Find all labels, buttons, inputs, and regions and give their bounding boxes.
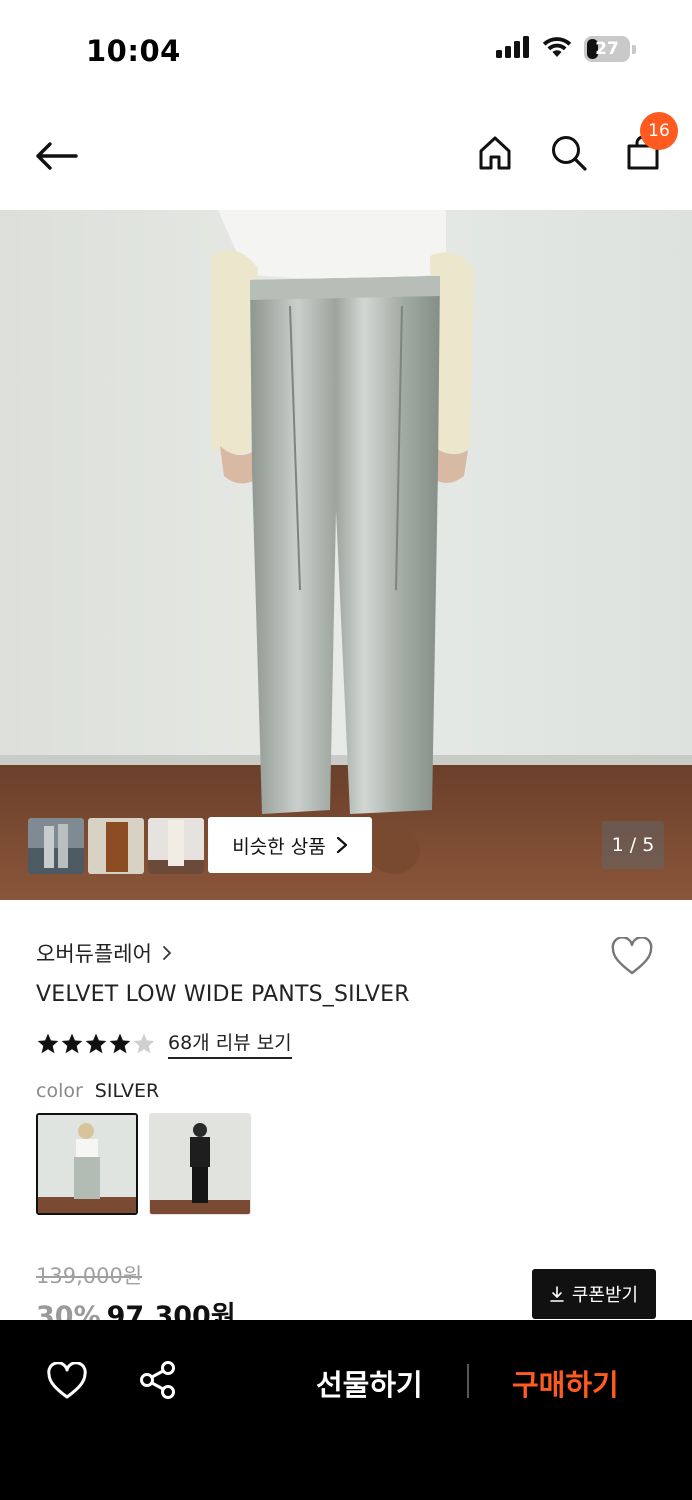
chevron-right-icon bbox=[336, 836, 347, 854]
buy-button[interactable]: 구매하기 bbox=[512, 1362, 619, 1404]
swatch-image bbox=[150, 1114, 250, 1214]
heart-icon bbox=[611, 936, 653, 975]
product-image-carousel[interactable]: 비슷한 상품 1 / 5 bbox=[0, 210, 692, 900]
color-option-row: color SILVER bbox=[36, 1080, 159, 1102]
image-page-indicator: 1 / 5 bbox=[602, 821, 664, 869]
wishlist-button[interactable] bbox=[610, 936, 654, 977]
status-time: 10:04 bbox=[86, 34, 181, 68]
product-photo bbox=[0, 210, 692, 900]
thumbnail-image bbox=[28, 818, 84, 874]
action-divider bbox=[467, 1364, 469, 1398]
brand-link[interactable]: 오버듀플레어 bbox=[36, 938, 172, 968]
home-icon bbox=[479, 136, 511, 170]
star-rating-icon bbox=[37, 1033, 155, 1053]
brand-name: 오버듀플레어 bbox=[36, 942, 152, 966]
chevron-right-icon bbox=[163, 946, 171, 960]
option-value: SILVER bbox=[94, 1080, 160, 1102]
rating-row: 68개 리뷰 보기 bbox=[36, 1028, 292, 1059]
battery-icon: 27 bbox=[584, 36, 636, 62]
original-price: 139,000원 bbox=[36, 1264, 143, 1288]
rating-stars bbox=[36, 1032, 158, 1056]
status-bar: 10:04 27 bbox=[0, 0, 692, 100]
gallery-thumbnail[interactable] bbox=[148, 818, 204, 874]
similar-products-label: 비슷한 상품 bbox=[232, 835, 326, 858]
wifi-icon bbox=[542, 36, 572, 62]
option-label: color bbox=[36, 1080, 83, 1102]
gallery-thumbnail[interactable] bbox=[28, 818, 84, 874]
like-button[interactable] bbox=[46, 1361, 88, 1402]
thumbnail-image bbox=[88, 818, 144, 874]
search-icon bbox=[552, 136, 587, 171]
color-swatch-black[interactable] bbox=[149, 1113, 251, 1215]
product-name: VELVET LOW WIDE PANTS_SILVER bbox=[36, 982, 410, 1007]
cart-count-badge: 16 bbox=[640, 112, 678, 150]
bottom-action-bar: 선물하기 구매하기 bbox=[0, 1320, 692, 1500]
nav-actions: 16 bbox=[474, 112, 678, 174]
color-swatch-silver[interactable] bbox=[36, 1113, 138, 1215]
download-icon bbox=[550, 1286, 564, 1302]
status-icons: 27 bbox=[496, 36, 636, 62]
back-button[interactable] bbox=[30, 134, 82, 178]
arrow-left-icon bbox=[36, 142, 78, 170]
reviews-link[interactable]: 68개 리뷰 보기 bbox=[168, 1028, 292, 1059]
home-button[interactable] bbox=[474, 132, 516, 174]
battery-level: 27 bbox=[595, 39, 619, 59]
gift-button[interactable]: 선물하기 bbox=[316, 1362, 423, 1404]
thumbnail-image bbox=[148, 818, 204, 874]
coupon-label: 쿠폰받기 bbox=[571, 1285, 639, 1306]
share-icon bbox=[140, 1361, 175, 1399]
heart-icon bbox=[47, 1361, 87, 1399]
share-button[interactable] bbox=[138, 1360, 178, 1400]
swatch-image bbox=[38, 1115, 136, 1213]
coupon-button[interactable]: 쿠폰받기 bbox=[532, 1269, 656, 1319]
cart-button[interactable]: 16 bbox=[622, 112, 678, 174]
signal-icon bbox=[496, 36, 530, 62]
search-button[interactable] bbox=[548, 132, 590, 174]
similar-products-button[interactable]: 비슷한 상품 bbox=[208, 817, 372, 873]
nav-bar: 16 bbox=[0, 100, 692, 210]
gallery-thumbnail[interactable] bbox=[88, 818, 144, 874]
